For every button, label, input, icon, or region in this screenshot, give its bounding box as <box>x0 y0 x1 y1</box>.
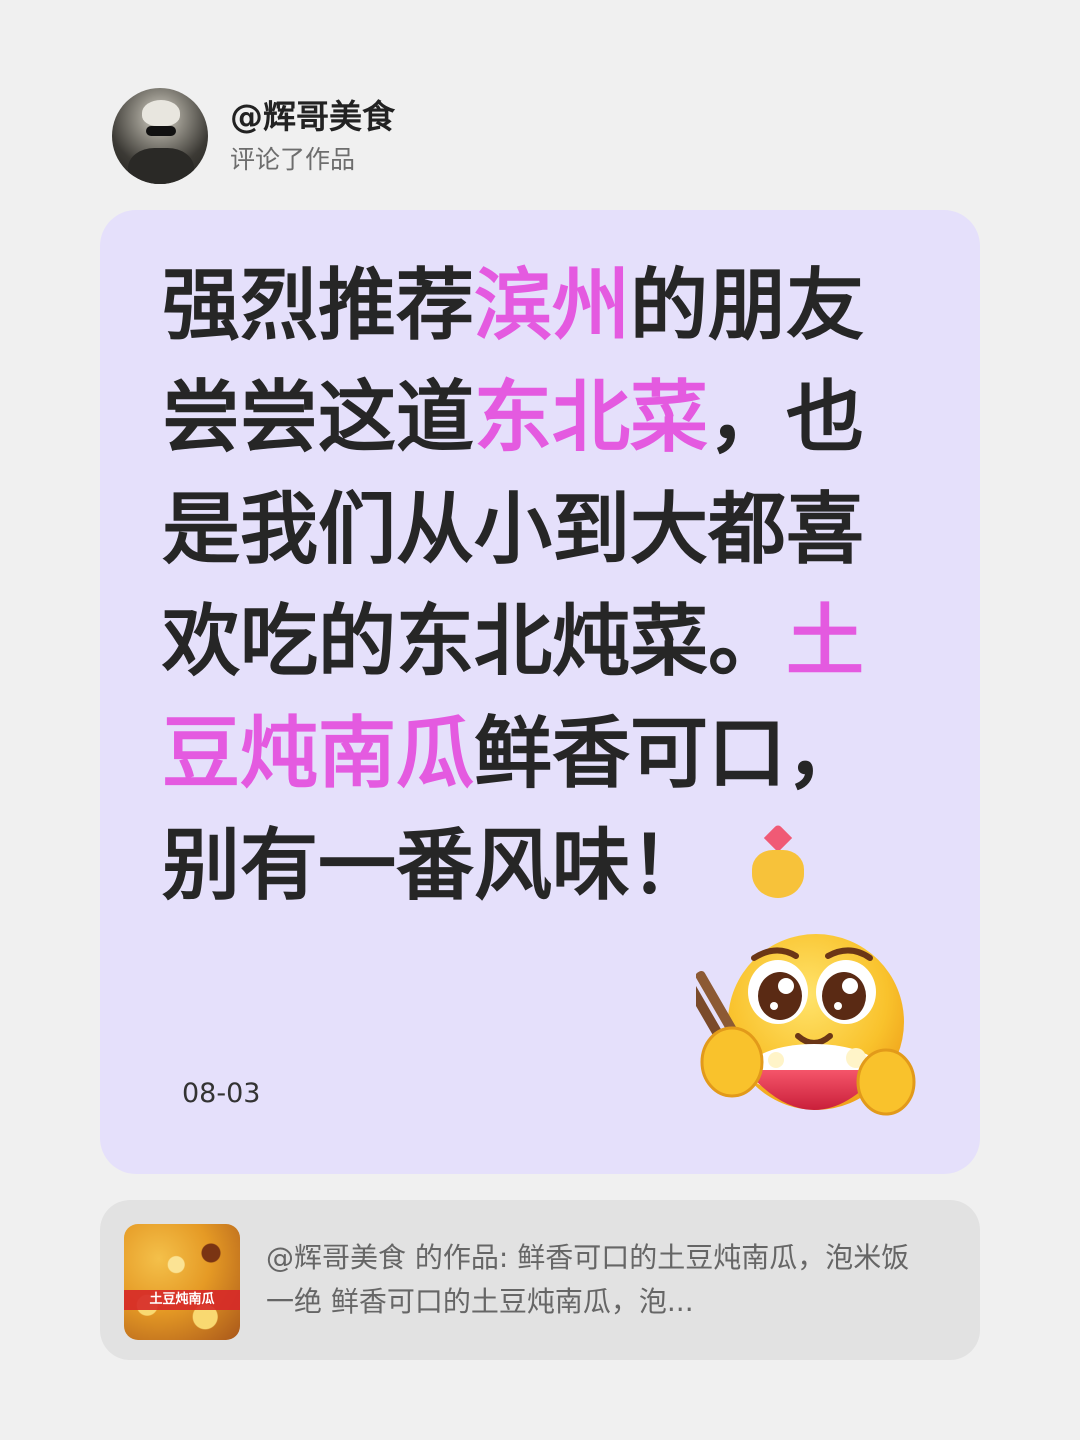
food-image <box>124 1224 240 1340</box>
avatar-glasses <box>146 126 176 136</box>
eating-rice-bowl-emoji <box>696 934 916 1116</box>
linked-post-card[interactable]: 土豆炖南瓜 @辉哥美食 的作品: 鲜香可口的土豆炖南瓜，泡米饭一绝 鲜香可口的土… <box>100 1200 980 1360</box>
avatar-hair <box>142 100 180 126</box>
comment-header: @辉哥美食 评论了作品 <box>112 88 395 184</box>
post-thumbnail[interactable]: 土豆炖南瓜 <box>124 1224 240 1340</box>
action-text: 评论了作品 <box>230 145 356 174</box>
comment-segment: 强烈推荐 <box>162 261 475 351</box>
thumbnail-label: 土豆炖南瓜 <box>124 1290 240 1310</box>
finger-heart-emoji <box>748 823 808 898</box>
comment-text: 强烈推荐滨州的朋友尝尝这道东北菜，也是我们从小到大都喜欢吃的东北炖菜。土豆炖南瓜… <box>162 250 882 922</box>
post-description: @辉哥美食 的作品: 鲜香可口的土豆炖南瓜，泡米饭一绝 鲜香可口的土豆炖南瓜，泡… <box>266 1241 910 1318</box>
comment-date: 08-03 <box>182 1078 261 1109</box>
avatar-coat <box>128 148 194 184</box>
heart-icon <box>763 823 793 853</box>
comment-card: 强烈推荐滨州的朋友尝尝这道东北菜，也是我们从小到大都喜欢吃的东北炖菜。土豆炖南瓜… <box>100 210 980 1174</box>
hand-icon <box>752 850 805 898</box>
header-text: @辉哥美食 评论了作品 <box>230 95 395 177</box>
user-avatar[interactable] <box>112 88 208 184</box>
comment-highlight: 滨州 <box>474 261 631 351</box>
user-name[interactable]: @辉哥美食 <box>230 95 395 139</box>
comment-highlight: 东北菜 <box>474 373 709 463</box>
